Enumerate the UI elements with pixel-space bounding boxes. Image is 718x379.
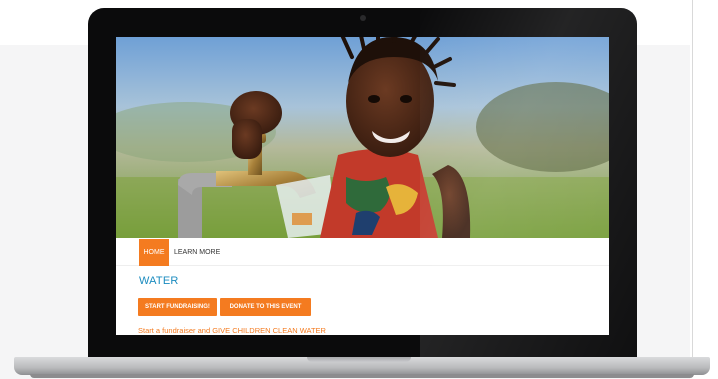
donate-button[interactable]: DONATE TO THIS EVENT: [220, 298, 311, 316]
fundraiser-tagline-link[interactable]: Start a fundraiser and GIVE CHILDREN CLE…: [138, 326, 326, 335]
hero-image: [116, 37, 609, 238]
start-fundraising-button[interactable]: START FUNDRAISING!: [138, 298, 217, 316]
laptop-screen: HOME LEARN MORE WATER START FUNDRAISING!…: [116, 37, 609, 335]
laptop-base-shadow: [30, 374, 694, 378]
page-title: WATER: [139, 275, 179, 287]
divider-line: [692, 0, 693, 358]
nav-learn-more-tab[interactable]: LEARN MORE: [170, 239, 224, 266]
camera-icon: [360, 15, 366, 21]
top-navigation: HOME LEARN MORE: [116, 238, 609, 266]
hero-photo-child-at-tap: [116, 37, 609, 238]
nav-home-tab[interactable]: HOME: [139, 239, 169, 266]
laptop-base-notch: [307, 357, 411, 362]
